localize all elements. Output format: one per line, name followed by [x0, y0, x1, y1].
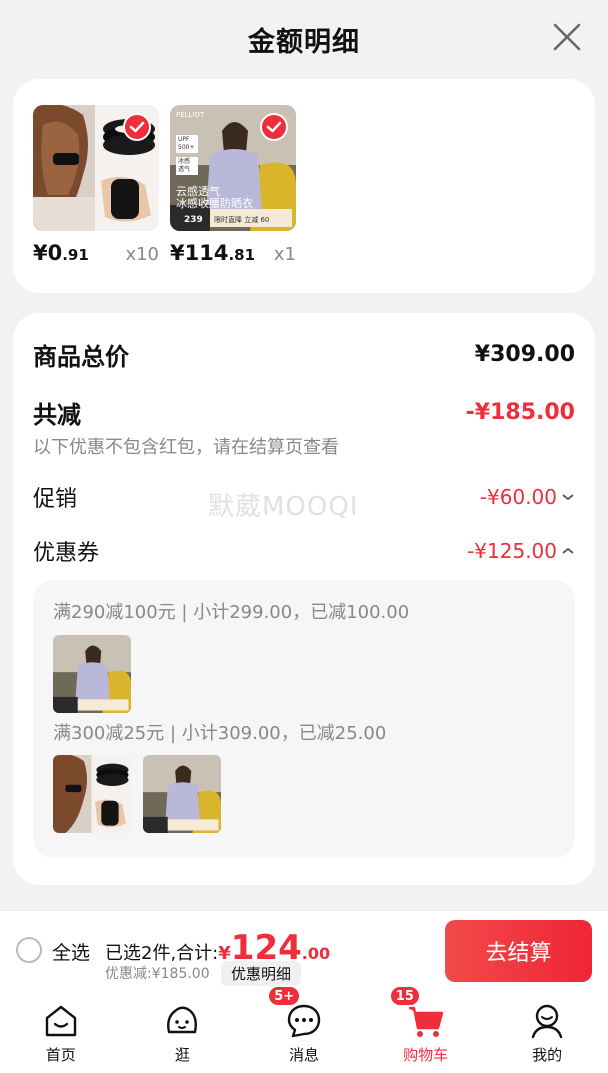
coupon-value: -¥125.00: [467, 539, 575, 563]
message-badge: 5+: [267, 985, 302, 1007]
sheet-title: 金额明细: [248, 26, 360, 58]
chevron-up-icon[interactable]: [561, 546, 575, 556]
product-image-price: 239: [184, 215, 203, 225]
checkout-bar: 全选 已选2件,合计: ¥124.00 优惠减:¥185.00 优惠明细 去结算: [0, 910, 608, 992]
promo-label: 促销: [33, 487, 78, 512]
coupon-product-jacket: [143, 755, 221, 833]
brand-logo: PELLIOT: [176, 111, 205, 119]
total-reduce-label: 共减: [33, 401, 81, 429]
product-qty: x10: [125, 244, 159, 265]
tab-label: 逛: [174, 1046, 190, 1064]
profile-icon: [531, 1004, 563, 1039]
coupon-line: 满300减25元 | 小计309.00，已减25.00: [53, 723, 387, 744]
product-price-row: ¥114.81 x1: [170, 241, 296, 265]
total-reduce-row: 共减 -¥185.00: [33, 395, 575, 430]
product-image-promo: 限时直降 立减 60: [214, 216, 270, 224]
tab-label: 购物车: [403, 1046, 449, 1064]
cart-badge: 15: [388, 985, 421, 1007]
discount-detail-button[interactable]: 优惠明细: [221, 961, 302, 986]
upf-tag: UPF 500+: [176, 135, 198, 153]
summary-card: 商品总价 ¥309.00 共减 -¥185.00 以下优惠不包含红包，请在结算页…: [13, 313, 595, 885]
product-price: ¥114.81: [170, 241, 256, 265]
product-price-row: ¥0.91 x10: [33, 241, 159, 265]
checkout-button[interactable]: 去结算: [445, 920, 592, 982]
product-qty: x1: [273, 244, 296, 265]
tab-label: 我的: [532, 1046, 563, 1064]
total-price-row: 商品总价 ¥309.00: [33, 337, 575, 372]
tab-messages[interactable]: 5+ 消息: [243, 985, 365, 1073]
coupon-product-jacket: [53, 635, 131, 713]
product-item[interactable]: PELLIOT UPF 500+ 冰感 透气 云感透气 冰感收腰防晒衣 239 …: [170, 105, 296, 265]
coupon-line: 满290减100元 | 小计299.00，已减100.00: [53, 602, 410, 623]
coupon-product-hairtie: [53, 755, 131, 833]
discount-note: 以下优惠不包含红包，请在结算页查看: [33, 437, 339, 458]
tab-profile[interactable]: 我的: [486, 992, 608, 1073]
product-thumb-hairtie[interactable]: [33, 105, 159, 231]
total-price-label: 商品总价: [33, 343, 129, 371]
home-icon: [45, 1005, 76, 1037]
chevron-down-icon[interactable]: [561, 492, 575, 502]
total-reduce-value: -¥185.00: [465, 400, 575, 425]
product-thumb-jacket[interactable]: PELLIOT UPF 500+ 冰感 透气 云感透气 冰感收腰防晒衣 239 …: [170, 105, 296, 231]
total-amount: ¥124.00: [218, 928, 331, 968]
promo-value: -¥60.00: [480, 485, 575, 509]
amount-detail-sheet: 金额明细 ¥0.91 x10 PELLIOT UPF 500+ 冰感 透气 云感…: [0, 0, 608, 910]
coupon-label: 优惠券: [33, 541, 100, 566]
close-icon[interactable]: [552, 22, 582, 52]
product-item[interactable]: ¥0.91 x10: [33, 105, 159, 265]
cool-tag: 冰感 透气: [176, 157, 198, 175]
product-price: ¥0.91: [33, 241, 89, 265]
coupon-detail-box: 满290减100元 | 小计299.00，已减100.00 满300减25元 |…: [33, 580, 575, 858]
tab-home[interactable]: 首页: [0, 992, 122, 1073]
selected-count: 已选2件,合计:: [105, 943, 219, 964]
check-icon[interactable]: [123, 113, 151, 141]
coupon-row[interactable]: 优惠券 -¥125.00: [33, 535, 575, 567]
total-price-value: ¥309.00: [474, 342, 575, 367]
products-card: ¥0.91 x10 PELLIOT UPF 500+ 冰感 透气 云感透气 冰感…: [13, 79, 595, 293]
tab-browse[interactable]: 逛: [122, 992, 244, 1073]
cart-icon: [408, 1006, 443, 1037]
watermark: 默葳MOOQI: [208, 492, 359, 522]
message-icon: [287, 1004, 321, 1038]
bottom-tab-bar: 首页 逛 5+ 消息 15 购物车 我的: [0, 985, 608, 1073]
tab-label: 消息: [288, 1046, 319, 1064]
discount-amount: 优惠减:¥185.00: [105, 966, 210, 982]
product-slogan-2: 冰感收腰防晒衣: [176, 197, 253, 210]
select-all-radio[interactable]: [16, 937, 42, 963]
tab-label: 首页: [45, 1046, 76, 1064]
browse-icon: [167, 1006, 198, 1034]
tab-cart[interactable]: 15 购物车: [365, 985, 487, 1073]
sheet-header: 金额明细: [0, 0, 608, 78]
select-all-label[interactable]: 全选: [52, 938, 90, 965]
check-icon[interactable]: [260, 113, 288, 141]
